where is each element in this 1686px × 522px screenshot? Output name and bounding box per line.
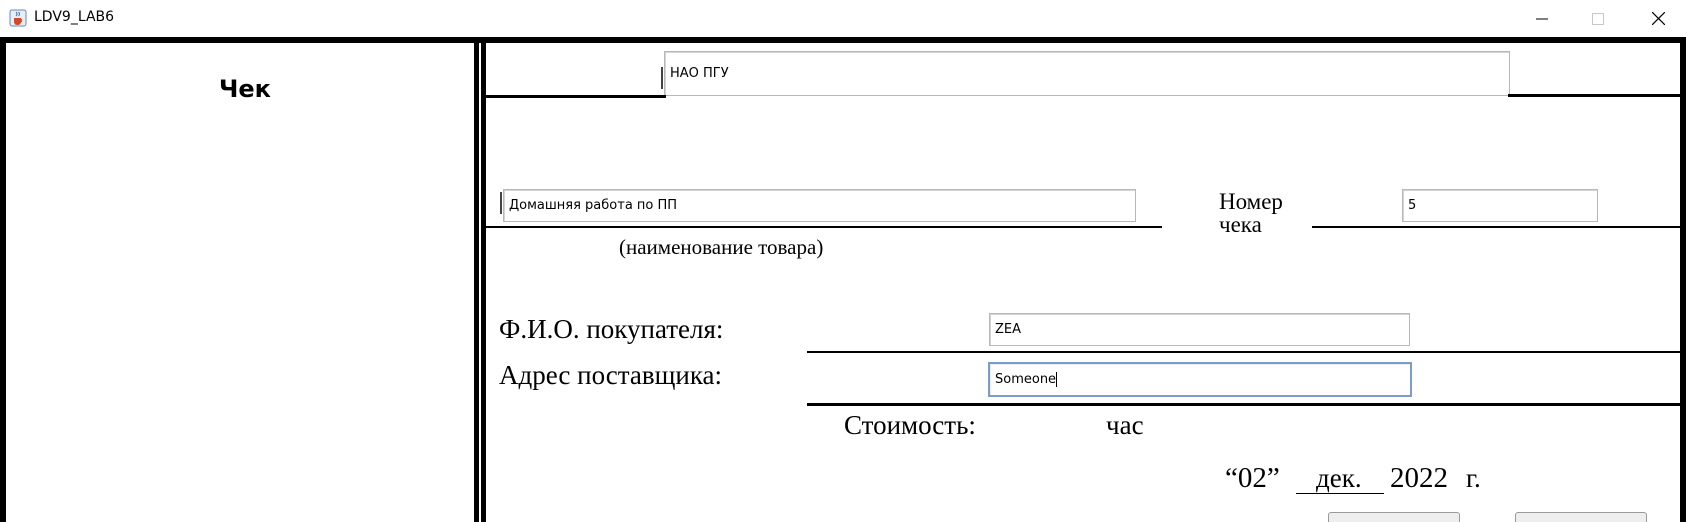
close-icon <box>1651 12 1665 25</box>
buyer-underline <box>807 351 1680 353</box>
text-cursor <box>1056 372 1058 387</box>
receipt-number-field[interactable]: 5 <box>1402 189 1598 222</box>
receipt-number-value: 5 <box>1408 198 1417 213</box>
product-field[interactable]: Домашняя работа по ПП <box>503 189 1136 222</box>
organization-underline-left <box>486 95 666 98</box>
window-title: LDV9_LAB6 <box>34 9 115 25</box>
organization-field[interactable]: НАО ПГУ <box>664 51 1510 96</box>
field-stub <box>661 67 663 89</box>
date-suffix: г. <box>1466 463 1481 493</box>
action-button-left[interactable] <box>1328 512 1460 522</box>
close-button[interactable] <box>1630 0 1686 37</box>
maximize-button[interactable] <box>1570 0 1626 37</box>
buyer-field[interactable]: ZEA <box>989 313 1410 346</box>
date-month: дек. <box>1316 463 1362 493</box>
action-button-right[interactable] <box>1515 512 1647 522</box>
panel-divider-gap <box>479 43 481 522</box>
product-value: Домашняя работа по ПП <box>509 198 678 213</box>
receipt-number-underline <box>1312 226 1680 228</box>
product-caption: (наименование товара) <box>619 235 824 259</box>
receipt-number-label-line1: Номер <box>1219 189 1283 214</box>
date-day: “02” <box>1225 462 1280 494</box>
organization-underline-right <box>1508 94 1680 97</box>
supplier-underline <box>807 403 1680 406</box>
cost-unit: час <box>1106 410 1144 440</box>
supplier-field[interactable]: Someone <box>988 362 1412 397</box>
date-month-underline <box>1296 493 1384 494</box>
receipt-panel <box>6 43 474 522</box>
minimize-button[interactable] <box>1514 0 1570 37</box>
date-year: 2022 <box>1390 462 1448 494</box>
receipt-title: Чек <box>219 75 271 103</box>
organization-value: НАО ПГУ <box>670 66 729 81</box>
java-cup-icon <box>9 9 27 27</box>
supplier-label: Адрес поставщика: <box>499 360 723 390</box>
title-bar: LDV9_LAB6 <box>0 0 1686 37</box>
supplier-value: Someone <box>995 372 1057 387</box>
cost-label: Стоимость: <box>844 410 976 440</box>
minimize-icon <box>1536 18 1548 19</box>
buyer-value: ZEA <box>995 322 1022 337</box>
receipt-number-label-line2: чека <box>1219 212 1262 237</box>
window-frame-right <box>1680 37 1686 522</box>
buyer-label: Ф.И.О. покупателя: <box>499 314 724 344</box>
maximize-icon <box>1592 12 1604 25</box>
product-underline <box>486 226 1162 228</box>
field-stub <box>500 192 502 214</box>
